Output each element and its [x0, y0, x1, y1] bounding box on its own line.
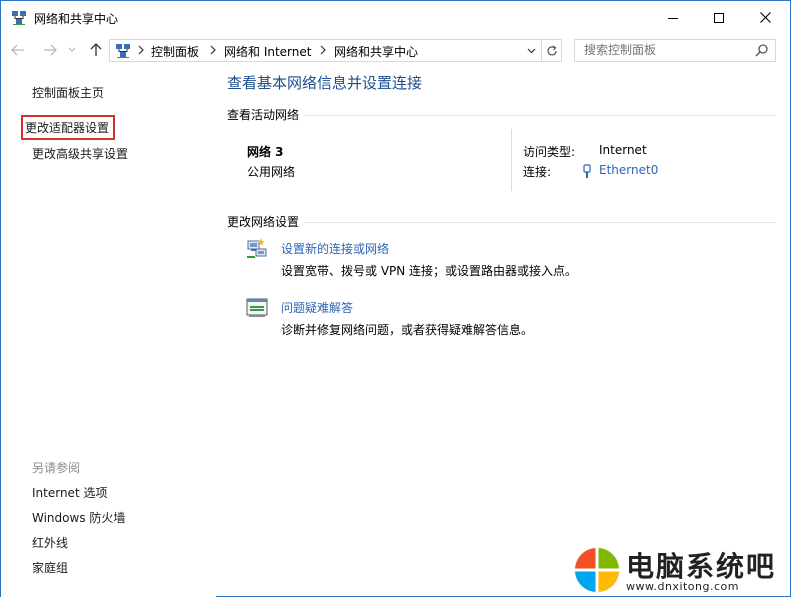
- breadcrumb-network-sharing-center[interactable]: 网络和共享中心: [334, 43, 418, 60]
- connection-ethernet0-link[interactable]: Ethernet0: [599, 163, 658, 177]
- see-also-internet-options[interactable]: Internet 选项: [32, 484, 107, 501]
- address-history-button[interactable]: [524, 43, 538, 59]
- troubleshoot-problems-link[interactable]: 问题疑难解答: [281, 299, 353, 316]
- minimize-icon: [668, 17, 678, 19]
- refresh-button[interactable]: [541, 39, 562, 62]
- change-settings-divider: [304, 222, 776, 223]
- search-input[interactable]: [584, 43, 744, 57]
- search-box[interactable]: [574, 39, 776, 62]
- chevron-down-icon: [527, 48, 535, 54]
- left-link-change-adapter-settings[interactable]: 更改适配器设置: [21, 115, 116, 140]
- setup-new-connection-link[interactable]: 设置新的连接或网络: [281, 240, 389, 257]
- breadcrumb-network-internet[interactable]: 网络和 Internet: [224, 43, 311, 60]
- access-type-value: Internet: [599, 143, 647, 157]
- recent-locations-button[interactable]: [65, 40, 79, 60]
- close-icon: [759, 12, 771, 23]
- chevron-right-icon[interactable]: [319, 45, 327, 55]
- ethernet-icon: [582, 164, 592, 179]
- troubleshoot-icon[interactable]: [245, 296, 269, 320]
- setup-new-connection-description: 设置宽带、拨号或 VPN 连接；或设置路由器或接入点。: [281, 264, 578, 278]
- back-button[interactable]: [9, 40, 27, 60]
- search-icon[interactable]: [755, 43, 769, 57]
- watermark-url: www.dnxitong.com: [626, 580, 739, 593]
- window-title: 网络和共享中心: [34, 12, 119, 26]
- left-link-control-panel-home[interactable]: 控制面板主页: [32, 84, 104, 101]
- arrow-up-icon: [90, 43, 102, 56]
- left-link-change-advanced-sharing[interactable]: 更改高级共享设置: [32, 145, 128, 162]
- see-also-homegroup[interactable]: 家庭组: [32, 559, 68, 576]
- connections-label: 连接:: [523, 165, 552, 179]
- breadcrumb-control-panel[interactable]: 控制面板: [151, 43, 199, 60]
- chevron-right-icon[interactable]: [209, 45, 217, 55]
- new-connection-icon[interactable]: [245, 237, 269, 261]
- refresh-icon: [546, 45, 557, 55]
- maximize-button[interactable]: [696, 1, 742, 34]
- maximize-icon: [714, 12, 724, 23]
- arrow-left-icon: [11, 44, 24, 56]
- up-button[interactable]: [87, 40, 105, 60]
- see-also-heading: 另请参阅: [32, 461, 81, 475]
- address-bar[interactable]: 控制面板 网络和 Internet 网络和共享中心: [109, 39, 542, 62]
- troubleshoot-problems-description: 诊断并修复网络问题，或者获得疑难解答信息。: [281, 323, 534, 337]
- windows-logo-icon: [574, 547, 620, 593]
- network-location-icon: [115, 43, 131, 59]
- chevron-down-icon: [68, 47, 76, 52]
- network-sharing-center-window: 网络和共享中心 控制面板 网络和 Internet 网络和共享中心 搜索控制面板…: [0, 0, 791, 597]
- site-watermark: 电脑系统吧 www.dnxitong.com: [571, 543, 786, 595]
- network-app-icon: [11, 10, 27, 26]
- page-title: 查看基本网络信息并设置连接: [227, 74, 423, 92]
- close-button[interactable]: [742, 1, 788, 34]
- network-info-divider: [511, 129, 512, 191]
- navigation-bar: 控制面板 网络和 Internet 网络和共享中心: [1, 37, 790, 63]
- minimize-button[interactable]: [650, 1, 696, 34]
- active-networks-divider: [304, 115, 776, 116]
- change-settings-heading: 更改网络设置: [227, 215, 300, 229]
- forward-button[interactable]: [41, 40, 59, 60]
- chevron-right-icon[interactable]: [137, 45, 145, 55]
- see-also-windows-firewall[interactable]: Windows 防火墙: [32, 509, 125, 526]
- access-type-label: 访问类型:: [523, 145, 576, 159]
- title-bar[interactable]: 网络和共享中心: [1, 1, 790, 34]
- arrow-right-icon: [44, 44, 57, 56]
- main-content: 查看基本网络信息并设置连接 查看活动网络 网络 3 公用网络 访问类型: Int…: [216, 67, 790, 597]
- network-name: 网络 3: [247, 145, 284, 159]
- active-networks-heading: 查看活动网络: [227, 108, 300, 122]
- left-navigation-pane: 控制面板主页 更改适配器设置 更改高级共享设置 另请参阅 Internet 选项…: [1, 67, 216, 597]
- watermark-title: 电脑系统吧: [626, 550, 777, 583]
- see-also-infrared[interactable]: 红外线: [32, 534, 68, 551]
- network-category-link[interactable]: 公用网络: [247, 163, 295, 180]
